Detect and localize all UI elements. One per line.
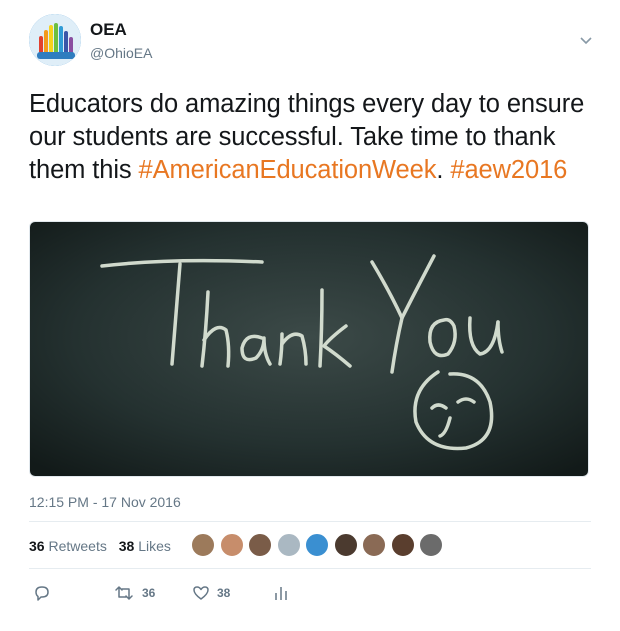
- likes-label: Likes: [138, 538, 171, 554]
- tweet-actions: 36 38: [29, 584, 589, 604]
- liker-avatar[interactable]: [276, 533, 301, 557]
- likes-count: 38: [118, 538, 135, 554]
- retweets-label: Retweets: [48, 538, 107, 554]
- tweet-text: Educators do amazing things every day to…: [29, 88, 594, 187]
- thank-you-chalkboard-image: [30, 222, 588, 476]
- liker-avatar[interactable]: [419, 533, 443, 557]
- tweet-stats: 36 Retweets 38 Likes: [29, 538, 179, 554]
- analytics-button[interactable]: [273, 584, 289, 602]
- liker-avatar[interactable]: [191, 533, 215, 557]
- account-name[interactable]: OEA: [90, 20, 127, 40]
- like-count: 38: [217, 586, 231, 600]
- liker-avatar[interactable]: [362, 533, 386, 557]
- retweet-button[interactable]: 36: [113, 584, 155, 602]
- liker-avatar[interactable]: [219, 533, 244, 557]
- account-handle[interactable]: @OhioEA: [90, 45, 152, 61]
- divider: [29, 568, 591, 569]
- liker-avatar[interactable]: [390, 533, 415, 557]
- heart-icon: [193, 586, 209, 600]
- like-button[interactable]: 38: [192, 584, 230, 602]
- hashtag-link[interactable]: #AmericanEducationWeek: [139, 156, 437, 184]
- retweets-stat[interactable]: 36 Retweets: [29, 538, 107, 554]
- retweet-count: 36: [142, 586, 156, 600]
- analytics-icon: [275, 587, 287, 600]
- avatar[interactable]: [29, 14, 81, 66]
- tweet-header: OEA @OhioEA: [29, 14, 599, 74]
- retweets-count: 36: [29, 538, 45, 554]
- tweet-media[interactable]: [29, 221, 589, 477]
- tweet-timestamp[interactable]: 12:15 PM - 17 Nov 2016: [29, 494, 181, 510]
- liker-avatar[interactable]: [305, 533, 329, 557]
- reply-button[interactable]: [33, 584, 51, 602]
- reply-icon: [35, 586, 49, 601]
- liker-avatar[interactable]: [248, 533, 272, 557]
- raised-hands-logo-icon: [29, 14, 81, 66]
- liker-avatar[interactable]: [333, 533, 358, 557]
- tweet-text-plain: .: [436, 156, 451, 184]
- likes-stat[interactable]: 38 Likes: [119, 538, 171, 554]
- retweet-icon: [115, 586, 133, 600]
- divider: [29, 521, 591, 522]
- hashtag-link[interactable]: #aew2016: [450, 156, 567, 184]
- chevron-down-icon[interactable]: [579, 36, 593, 46]
